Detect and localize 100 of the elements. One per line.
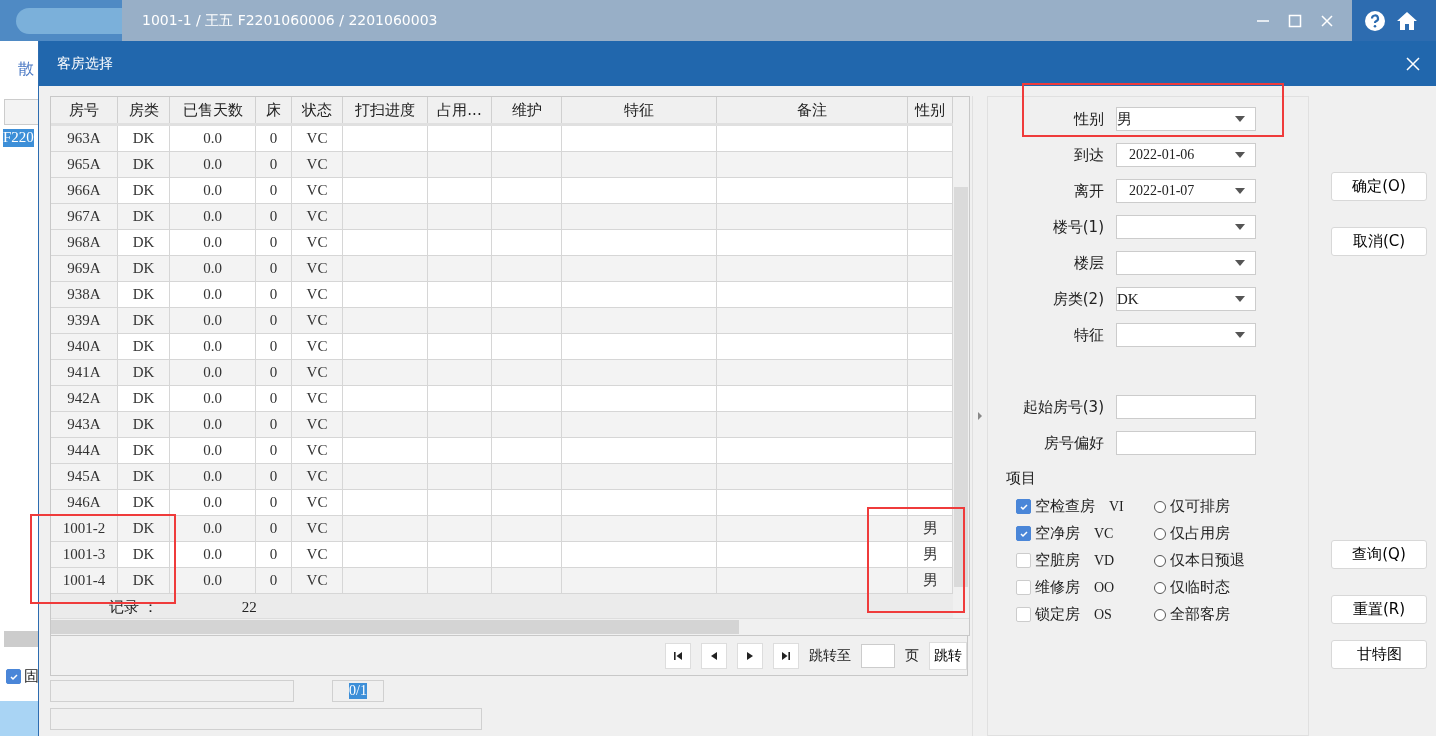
column-header[interactable]: 占用... (428, 97, 492, 123)
table-cell: 967A (51, 204, 118, 230)
checkbox-option[interactable]: 空净房 VC (1016, 523, 1124, 544)
footer-bar (0, 701, 40, 736)
radio-option[interactable]: 仅可排房 (1153, 496, 1245, 517)
table-cell: 0 (256, 412, 292, 438)
column-header[interactable]: 房号 (51, 97, 118, 123)
window-title: 1001-1 / 王五 F2201060006 / 2201060003 (142, 11, 438, 30)
radio-button[interactable] (1153, 581, 1166, 594)
checkbox[interactable] (1016, 580, 1031, 595)
dialog-title: 客房选择 (57, 54, 113, 73)
checkbox-option[interactable]: 维修房 OO (1016, 577, 1124, 598)
text-field[interactable] (1116, 395, 1256, 419)
horizontal-scrollbar[interactable] (51, 618, 969, 635)
table-cell: 938A (51, 282, 118, 308)
table-cell: 0.0 (170, 256, 256, 282)
home-icon[interactable] (1396, 9, 1418, 32)
table-cell (428, 360, 492, 386)
radio-option[interactable]: 仅临时态 (1153, 577, 1245, 598)
maximize-icon[interactable] (1288, 13, 1302, 28)
caret-icon (1235, 188, 1245, 194)
radio-button[interactable] (1153, 527, 1166, 540)
table-cell (492, 516, 562, 542)
table-cell: 939A (51, 308, 118, 334)
dialog-button[interactable]: 重置(R) (1331, 595, 1427, 624)
checkbox[interactable] (6, 669, 21, 684)
radio-option[interactable]: 全部客房 (1153, 604, 1245, 625)
table-cell: 0.0 (170, 204, 256, 230)
dialog-button[interactable]: 甘特图 (1331, 640, 1427, 669)
help-icon[interactable] (1364, 9, 1386, 32)
column-header[interactable]: 打扫进度 (343, 97, 428, 123)
date-picker[interactable]: 2022-01-07 (1116, 179, 1256, 203)
checkbox[interactable] (1016, 526, 1031, 541)
vertical-scrollbar[interactable] (953, 97, 969, 618)
table-cell: DK (118, 204, 170, 230)
field-label: 性别 (1072, 109, 1104, 129)
table-cell: 945A (51, 464, 118, 490)
previous-page-button[interactable] (701, 642, 727, 669)
column-header[interactable]: 状态 (292, 97, 343, 123)
column-header[interactable]: 备注 (717, 97, 908, 123)
table-cell: 946A (51, 490, 118, 516)
column-header[interactable]: 房类 (118, 97, 170, 123)
jump-button[interactable]: 跳转 (929, 641, 967, 670)
table-cell: 0.0 (170, 464, 256, 490)
checkbox[interactable] (1016, 553, 1031, 568)
check-icon (8, 671, 19, 682)
field-label: 到达 (1073, 145, 1104, 165)
table-cell: VC (292, 152, 343, 178)
table-cell (492, 464, 562, 490)
radio-option[interactable]: 仅占用房 (1153, 523, 1245, 544)
last-page-button[interactable] (773, 642, 799, 669)
records-count: 22 (241, 599, 257, 616)
table-cell: DK (118, 412, 170, 438)
radio-option[interactable]: 仅本日预退 (1153, 550, 1245, 571)
checkbox-option[interactable]: 空检查房 VI (1016, 496, 1124, 517)
checkbox-option[interactable]: 锁定房 OS (1016, 604, 1124, 625)
dialog-button[interactable]: 确定(O) (1331, 172, 1427, 201)
table-cell: 942A (51, 386, 118, 412)
table-cell (492, 152, 562, 178)
date-picker[interactable]: 2022-01-06 (1116, 143, 1256, 167)
checkbox[interactable] (1016, 499, 1031, 514)
caret-icon (1235, 332, 1245, 338)
column-header[interactable]: 特征 (562, 97, 717, 123)
radio-button[interactable] (1153, 500, 1166, 513)
right-triangle-icon (745, 650, 755, 661)
dropdown[interactable]: DK (1116, 287, 1256, 311)
table-cell (428, 516, 492, 542)
column-header[interactable]: 维护 (492, 97, 562, 123)
first-page-button[interactable] (665, 642, 691, 669)
table-cell: DK (118, 308, 170, 334)
caret-icon (1235, 152, 1245, 158)
dropdown[interactable]: 男 (1116, 107, 1256, 131)
table-cell: VC (292, 412, 343, 438)
page-label: 页 (905, 646, 919, 665)
close-icon[interactable] (1406, 56, 1420, 71)
table-cell: DK (118, 256, 170, 282)
table-cell: 1001-2 (51, 516, 118, 542)
radio-button[interactable] (1153, 554, 1166, 567)
checkbox[interactable] (1016, 607, 1031, 622)
table-cell (492, 308, 562, 334)
caret-icon (1235, 260, 1245, 266)
table-cell: 1001-4 (51, 568, 118, 594)
column-header[interactable]: 床 (256, 97, 292, 123)
field-label: 楼层 (1073, 253, 1104, 273)
table-cell: 941A (51, 360, 118, 386)
text-field[interactable] (1116, 431, 1256, 455)
table-cell (492, 412, 562, 438)
table-cell: 965A (51, 152, 118, 178)
next-page-button[interactable] (737, 642, 763, 669)
dialog-button[interactable]: 查询(Q) (1331, 540, 1427, 569)
column-header[interactable]: 已售天数 (170, 97, 256, 123)
table-cell: 0 (256, 204, 292, 230)
radio-button[interactable] (1153, 608, 1166, 621)
table-cell: VC (292, 360, 343, 386)
expand-arrow-icon[interactable] (977, 411, 983, 421)
table-cell: 0 (256, 308, 292, 334)
checkbox-option[interactable]: 空脏房 VD (1016, 550, 1124, 571)
tab[interactable]: 散 (18, 59, 34, 80)
page-input[interactable] (861, 643, 895, 668)
dialog-button[interactable]: 取消(C) (1331, 227, 1427, 256)
